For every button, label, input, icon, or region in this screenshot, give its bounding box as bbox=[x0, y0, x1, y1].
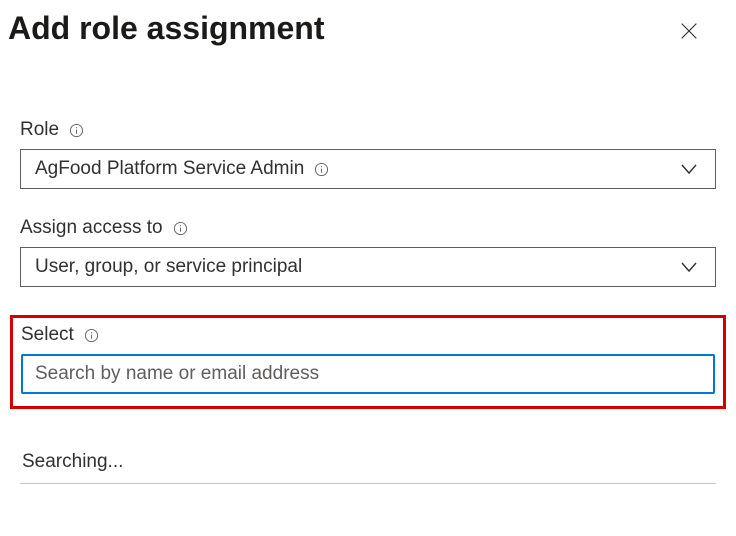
assign-access-label-row: Assign access to bbox=[20, 217, 716, 239]
info-icon[interactable] bbox=[84, 328, 99, 343]
chevron-down-icon bbox=[677, 255, 701, 279]
role-dropdown-value: AgFood Platform Service Admin bbox=[35, 158, 677, 180]
role-label-row: Role bbox=[20, 119, 716, 141]
role-value-text: AgFood Platform Service Admin bbox=[35, 158, 304, 180]
assign-access-dropdown-value: User, group, or service principal bbox=[35, 256, 677, 278]
close-button[interactable] bbox=[670, 12, 708, 55]
form-body: Role AgFood Platform Service Admin bbox=[0, 119, 736, 484]
info-icon[interactable] bbox=[314, 162, 329, 177]
select-label-row: Select bbox=[21, 324, 715, 346]
search-results-status-row: Searching... bbox=[20, 451, 716, 484]
role-label: Role bbox=[20, 119, 59, 141]
select-label: Select bbox=[21, 324, 74, 346]
assign-access-value-text: User, group, or service principal bbox=[35, 256, 302, 278]
role-field-group: Role AgFood Platform Service Admin bbox=[20, 119, 716, 189]
assign-access-field-group: Assign access to User, group, or service… bbox=[20, 217, 716, 287]
select-search-input[interactable] bbox=[21, 354, 715, 394]
panel-title: Add role assignment bbox=[8, 8, 325, 50]
assign-access-label: Assign access to bbox=[20, 217, 163, 239]
assign-access-dropdown[interactable]: User, group, or service principal bbox=[20, 247, 716, 287]
chevron-down-icon bbox=[677, 157, 701, 181]
select-highlight-annotation: Select bbox=[10, 315, 726, 409]
info-icon[interactable] bbox=[173, 221, 188, 236]
close-icon bbox=[678, 20, 700, 42]
search-status-text: Searching... bbox=[22, 451, 123, 472]
panel-header: Add role assignment bbox=[0, 0, 736, 55]
role-dropdown[interactable]: AgFood Platform Service Admin bbox=[20, 149, 716, 189]
info-icon[interactable] bbox=[69, 123, 84, 138]
